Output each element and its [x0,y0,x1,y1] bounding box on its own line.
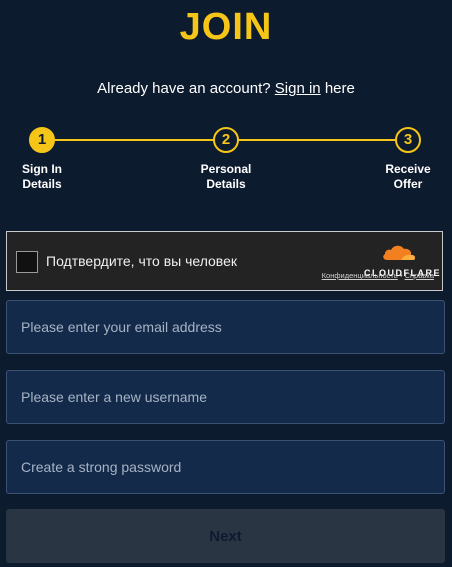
step-2-label-line1: Personal [200,162,252,176]
step-1-label-line2: Details [22,177,62,191]
signin-prompt: Already have an account? Sign in here [0,80,452,97]
step-3: 3 Receive Offer [368,127,448,192]
step-1: 1 Sign In Details [2,127,82,192]
step-2-label: Personal Details [186,162,266,192]
username-field[interactable] [6,370,445,424]
next-button[interactable]: Next [6,509,445,563]
privacy-link[interactable]: Конфиденциальность [322,271,398,280]
captcha-links: Конфиденциальность • Справка [322,271,434,280]
step-1-circle: 1 [29,127,55,153]
step-3-label: Receive Offer [368,162,448,192]
step-3-label-line2: Offer [393,177,423,191]
captcha-widget: Подтвердите, что вы человек CLOUDFLARE К… [6,231,443,291]
step-2: 2 Personal Details [186,127,266,192]
cloudflare-cloud-icon [383,245,416,260]
page-title: JOIN [179,6,273,48]
progress-stepper: 1 Sign In Details 2 Personal Details 3 R… [0,127,452,197]
help-link[interactable]: Справка [405,271,434,280]
step-1-label: Sign In Details [2,162,82,192]
step-3-label-line1: Receive [385,162,431,176]
signin-suffix: here [324,80,355,97]
step-2-circle: 2 [213,127,239,153]
captcha-checkbox[interactable] [16,251,38,273]
signin-prefix: Already have an account? [97,80,271,97]
step-2-label-line2: Details [206,177,246,191]
step-1-label-line1: Sign In [22,162,62,176]
step-3-circle: 3 [395,127,421,153]
signin-link[interactable]: Sign in [275,80,321,97]
password-field[interactable] [6,440,445,494]
link-separator: • [399,271,403,280]
email-field[interactable] [6,300,445,354]
captcha-text: Подтвердите, что вы человек [46,253,237,269]
